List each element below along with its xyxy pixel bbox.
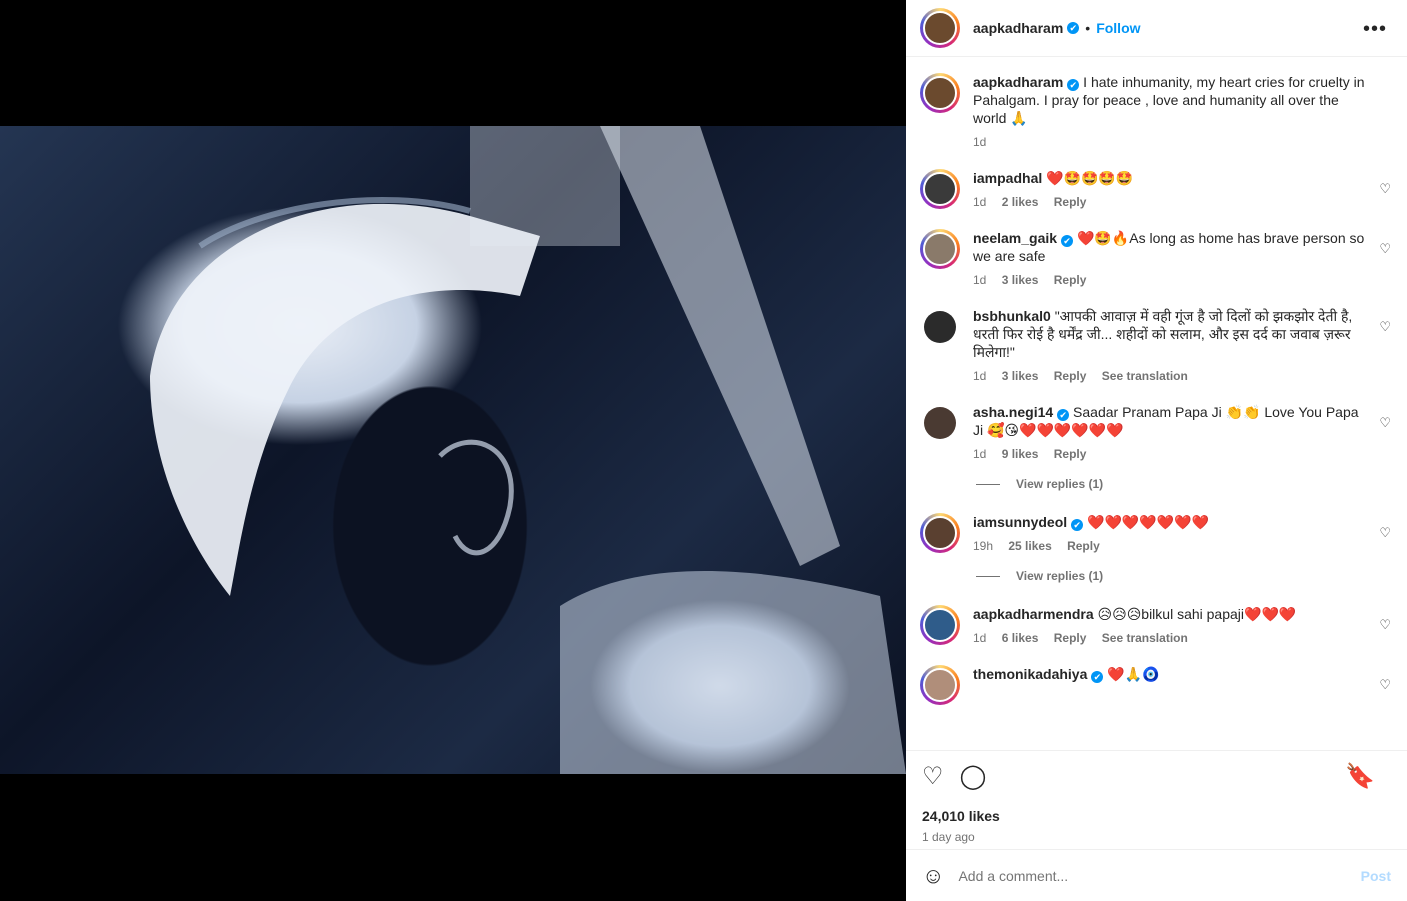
commenter-avatar[interactable] <box>920 513 960 553</box>
caption-username[interactable]: aapkadharam <box>973 74 1063 90</box>
view-replies-button[interactable]: View replies (1) <box>976 477 1393 491</box>
reply-button[interactable]: Reply <box>1067 539 1100 553</box>
comment-item: neelam_gaik ✔ ❤️🤩🔥As long as home has bra… <box>920 229 1393 289</box>
comment-like-icon[interactable]: ♡ <box>1379 181 1391 197</box>
comment-likes[interactable]: 6 likes <box>1002 631 1039 645</box>
comment-text: 😥😥😥bilkul sahi papaji❤️❤️❤️ <box>1097 606 1297 622</box>
commenter-username[interactable]: iampadhal <box>973 170 1042 186</box>
post-media-pane <box>0 0 906 901</box>
commenter-avatar[interactable] <box>920 229 960 269</box>
comment-time: 1d <box>973 273 987 287</box>
like-heart-icon[interactable]: ♡ <box>922 762 944 791</box>
comments-list[interactable]: aapkadharam ✔ I hate inhumanity, my heart… <box>906 57 1407 750</box>
commenter-username[interactable]: neelam_gaik <box>973 230 1057 246</box>
post-photo[interactable] <box>0 126 906 774</box>
commenter-avatar[interactable] <box>920 665 960 705</box>
comment-time: 1d <box>973 631 987 645</box>
caption-time: 1d <box>973 135 987 149</box>
verified-badge-icon: ✔ <box>1057 409 1070 421</box>
comment-bubble-icon[interactable]: ◯ <box>960 762 987 791</box>
commenter-username[interactable]: asha.negi14 <box>973 404 1053 420</box>
comment-time: 19h <box>973 539 994 553</box>
comment-like-icon[interactable]: ♡ <box>1379 617 1391 633</box>
view-replies-label[interactable]: View replies (1) <box>1016 477 1103 491</box>
comment-time: 1d <box>973 447 987 461</box>
likes-count[interactable]: 24,010 likes <box>906 802 1407 824</box>
see-translation-link[interactable]: See translation <box>1102 369 1188 383</box>
comment-likes[interactable]: 3 likes <box>1002 273 1039 287</box>
commenter-avatar[interactable] <box>920 169 960 209</box>
reply-button[interactable]: Reply <box>1054 195 1087 209</box>
comment-item: bsbhunkal0 "आपकी आवाज़ में वही गूंज है ज… <box>920 307 1393 385</box>
comment-item: iampadhal ❤️🤩🤩🤩🤩 1d 2 likes Reply ♡ <box>920 169 1393 211</box>
follow-button[interactable]: Follow <box>1096 20 1140 36</box>
comment-likes[interactable]: 25 likes <box>1008 539 1051 553</box>
comment-likes[interactable]: 3 likes <box>1002 369 1039 383</box>
reply-button[interactable]: Reply <box>1054 369 1087 383</box>
comment-item: themonikadahiya ✔ ❤️🙏🧿 ♡ <box>920 665 1393 705</box>
commenter-avatar[interactable] <box>924 407 956 439</box>
comment-time: 1d <box>973 195 987 209</box>
comment-time: 1d <box>973 369 987 383</box>
author-avatar[interactable] <box>920 8 960 48</box>
replies-divider <box>976 483 1000 485</box>
comment-like-icon[interactable]: ♡ <box>1379 319 1391 335</box>
commenter-username[interactable]: bsbhunkal0 <box>973 308 1051 324</box>
photo-artwork <box>150 126 906 774</box>
post-header: aapkadharam ✔ • Follow ••• <box>906 0 1407 57</box>
comment-text: ❤️❤️❤️❤️❤️❤️❤️ <box>1087 514 1210 530</box>
post-time: 1 day ago <box>922 830 975 844</box>
post-actions-bar: ♡ ◯ 🔖 <box>906 750 1407 802</box>
commenter-avatar[interactable] <box>920 605 960 645</box>
commenter-username[interactable]: iamsunnydeol <box>973 514 1067 530</box>
reply-button[interactable]: Reply <box>1054 447 1087 461</box>
caption-avatar[interactable] <box>920 73 960 113</box>
post-side-panel: aapkadharam ✔ • Follow ••• aapkadharam ✔ … <box>906 0 1407 901</box>
comment-likes[interactable]: 2 likes <box>1002 195 1039 209</box>
verified-badge-icon: ✔ <box>1091 671 1104 683</box>
separator-dot: • <box>1085 20 1091 36</box>
comment-input[interactable] <box>958 867 1361 884</box>
post-caption: aapkadharam ✔ I hate inhumanity, my heart… <box>920 73 1393 151</box>
replies-divider <box>976 575 1000 577</box>
post-comment-button[interactable]: Post <box>1361 868 1391 884</box>
comment-text: ❤️🙏🧿 <box>1107 666 1160 682</box>
comment-text: ❤️🤩🤩🤩🤩 <box>1046 170 1134 186</box>
comment-item: asha.negi14 ✔ Saadar Pranam Papa Ji 👏👏 Lo… <box>920 403 1393 463</box>
save-bookmark-icon[interactable]: 🔖 <box>1345 762 1375 791</box>
view-replies-label[interactable]: View replies (1) <box>1016 569 1103 583</box>
emoji-picker-icon[interactable]: ☺ <box>922 863 944 889</box>
reply-button[interactable]: Reply <box>1054 631 1087 645</box>
author-username[interactable]: aapkadharam <box>973 20 1063 36</box>
view-replies-button[interactable]: View replies (1) <box>976 569 1393 583</box>
commenter-avatar[interactable] <box>924 311 956 343</box>
comment-item: iamsunnydeol ✔ ❤️❤️❤️❤️❤️❤️❤️ 19h 25 like… <box>920 513 1393 555</box>
commenter-username[interactable]: themonikadahiya <box>973 666 1087 682</box>
reply-button[interactable]: Reply <box>1054 273 1087 287</box>
commenter-username[interactable]: aapkadharmendra <box>973 606 1094 622</box>
see-translation-link[interactable]: See translation <box>1102 631 1188 645</box>
comment-like-icon[interactable]: ♡ <box>1379 241 1391 257</box>
comment-item: aapkadharmendra 😥😥😥bilkul sahi papaji❤️❤… <box>920 605 1393 647</box>
verified-badge-icon: ✔ <box>1067 79 1080 91</box>
add-comment-bar: ☺ Post <box>906 849 1407 901</box>
comment-like-icon[interactable]: ♡ <box>1379 525 1391 541</box>
verified-badge-icon: ✔ <box>1061 235 1074 247</box>
verified-badge-icon: ✔ <box>1071 519 1084 531</box>
verified-badge-icon: ✔ <box>1067 22 1080 34</box>
comment-likes[interactable]: 9 likes <box>1002 447 1039 461</box>
comment-like-icon[interactable]: ♡ <box>1379 415 1391 431</box>
comment-like-icon[interactable]: ♡ <box>1379 677 1391 693</box>
more-options-icon[interactable]: ••• <box>1363 18 1387 41</box>
